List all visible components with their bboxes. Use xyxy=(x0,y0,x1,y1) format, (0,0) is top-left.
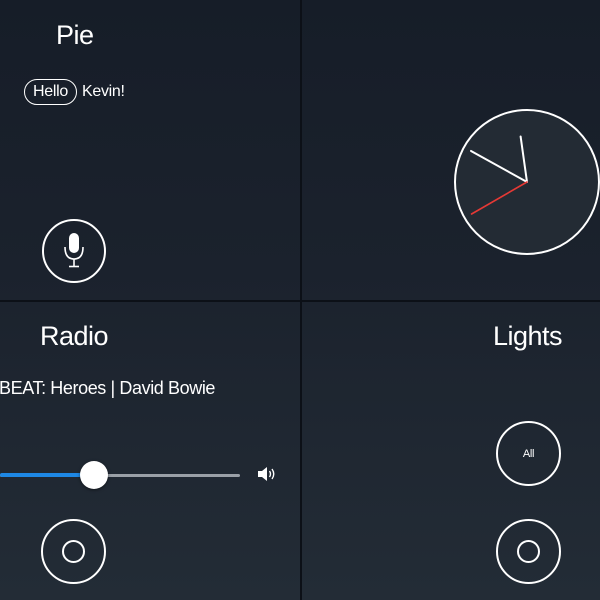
radio-title: Radio xyxy=(40,321,109,351)
radio-play-button[interactable] xyxy=(41,519,106,584)
microphone-icon xyxy=(64,233,84,268)
lights-title: Lights xyxy=(492,321,563,351)
clock-panel xyxy=(302,0,600,300)
ring-icon xyxy=(517,540,540,563)
ring-icon xyxy=(62,540,85,563)
greeting: Hello Kevin! xyxy=(24,79,125,105)
greeting-name: Kevin! xyxy=(81,83,125,100)
microphone-button[interactable] xyxy=(42,219,106,283)
all-lights-button[interactable]: All xyxy=(496,421,561,486)
speaker-volume-icon[interactable] xyxy=(256,465,278,483)
radio-panel: Radio BEAT: Heroes | David Bowie xyxy=(0,302,300,600)
slider-thumb[interactable] xyxy=(80,461,108,489)
all-lights-label: All xyxy=(522,447,535,460)
lights-power-button[interactable] xyxy=(496,519,561,584)
hello-pill: Hello xyxy=(24,79,77,105)
lights-panel: Lights All xyxy=(302,302,600,600)
now-playing-text: BEAT: Heroes | David Bowie xyxy=(0,378,216,398)
pie-title: Pie xyxy=(56,20,94,50)
pie-panel: Pie Hello Kevin! xyxy=(0,0,300,300)
volume-slider[interactable] xyxy=(0,459,240,491)
clock-face xyxy=(454,109,600,255)
